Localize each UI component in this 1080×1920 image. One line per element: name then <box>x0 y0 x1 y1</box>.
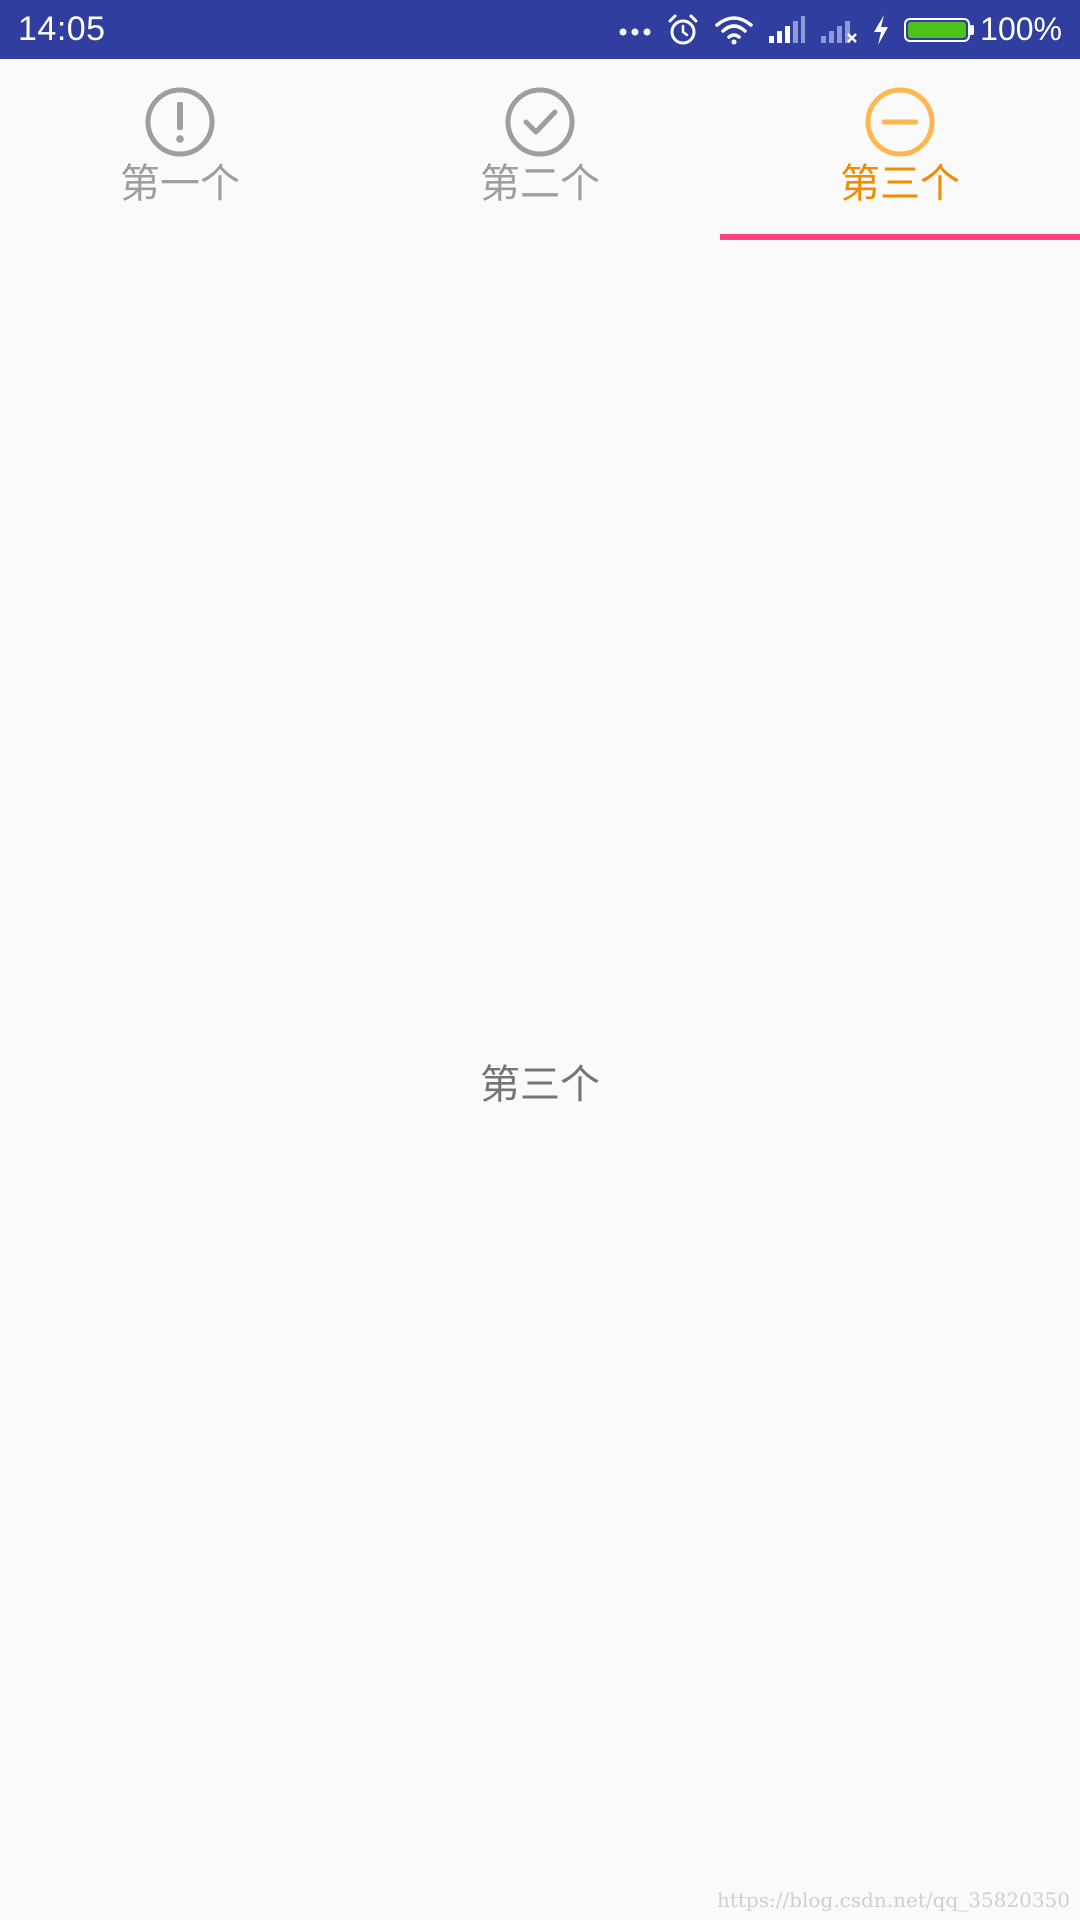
tab-indicator <box>720 234 1080 240</box>
charging-bolt-icon <box>872 14 890 46</box>
tab-third-label: 第三个 <box>840 161 960 207</box>
battery-percent: 100% <box>980 11 1062 47</box>
tab-first[interactable]: 第一个 <box>0 59 360 240</box>
tab-first-label: 第一个 <box>120 161 240 207</box>
watermark: https://blog.csdn.net/qq_35820350 <box>716 1888 1070 1912</box>
tab-second[interactable]: 第二个 <box>360 59 720 240</box>
check-circle-icon <box>504 86 576 158</box>
tab-third[interactable]: 第三个 <box>720 59 1080 240</box>
alarm-clock-icon <box>666 13 700 47</box>
tab-bar: 第一个 第二个 第三个 <box>0 59 1080 240</box>
wifi-icon <box>714 15 754 45</box>
status-icons: 100% <box>618 11 1062 48</box>
exclamation-circle-icon <box>144 86 216 158</box>
status-bar: 14:05 100% <box>0 0 1080 59</box>
signal-no-sim-icon <box>820 16 858 44</box>
more-dots-icon <box>618 24 652 36</box>
signal-icon <box>768 15 806 44</box>
battery-fill <box>908 21 967 38</box>
tab-second-label: 第二个 <box>480 161 600 207</box>
minus-circle-icon <box>864 86 936 158</box>
battery-icon: 100% <box>904 11 1062 48</box>
status-time: 14:05 <box>18 10 106 48</box>
page-content-text: 第三个 <box>480 1062 600 1108</box>
